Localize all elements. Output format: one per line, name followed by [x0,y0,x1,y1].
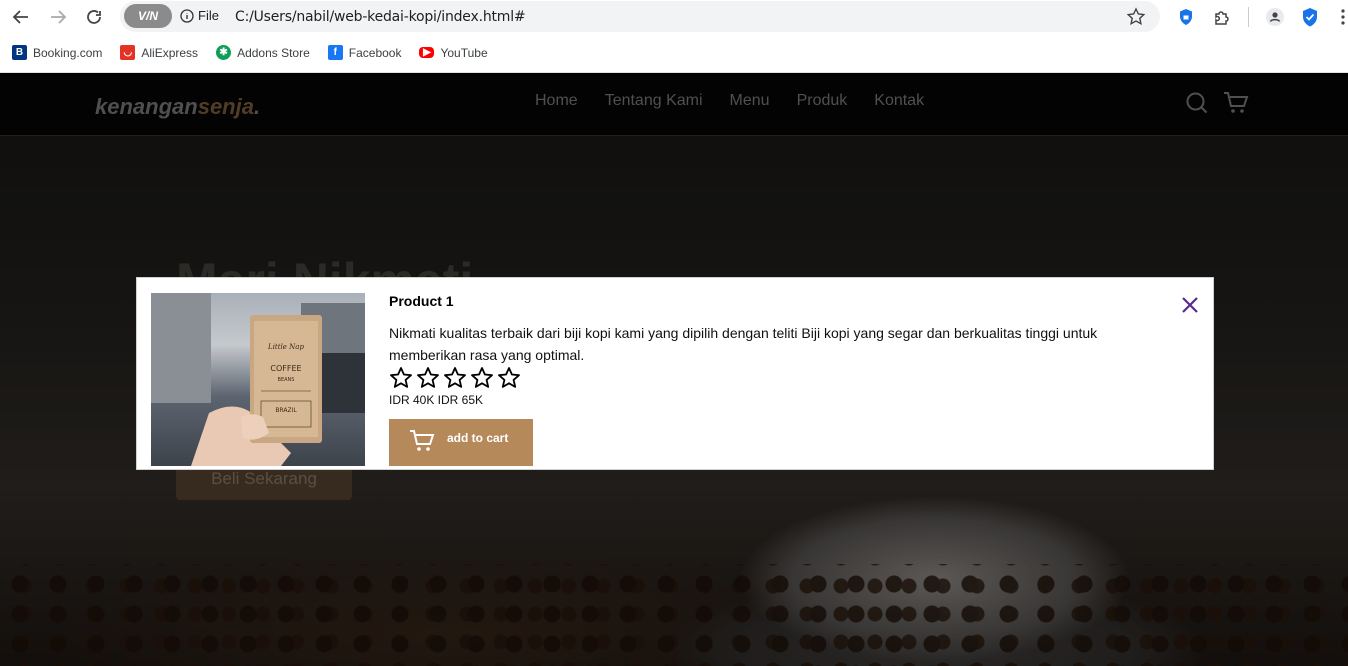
facebook-icon: f [327,45,343,60]
bag-beans-text: BEANS [278,377,295,383]
bookmark-label: Facebook [348,45,402,60]
star-outline-icon [390,367,412,388]
star-outline-icon [498,367,520,388]
bag-brand-text: Little Nap [267,343,304,351]
product-price: IDR 40K IDR 65K [389,393,484,407]
bag-origin-text: BRAZIL [275,407,297,414]
info-icon [180,8,194,23]
bookmark-youtube[interactable]: ▶ YouTube [419,45,488,60]
reload-icon[interactable] [82,5,106,29]
bookmarks-bar: B Booking.com ◡ AliExpress ✱ Addons Stor… [0,33,1348,73]
product-description: Nikmati kualitas terbaik dari biji kopi … [389,325,1098,363]
shield-extension-icon[interactable] [1176,7,1196,27]
youtube-icon: ▶ [419,47,435,58]
star-outline-icon [444,367,466,388]
bookmark-label: Addons Store [237,45,310,60]
vpn-badge[interactable]: V/N [124,4,172,28]
product-rating [389,366,521,390]
profile-avatar-icon[interactable] [1265,7,1285,27]
security-check-icon[interactable] [1300,7,1320,27]
close-icon[interactable] [1181,296,1199,314]
shopping-cart-icon [410,430,435,451]
toolbar-divider [1248,7,1249,27]
extensions-puzzle-icon[interactable] [1212,7,1232,27]
bookmark-label: AliExpress [141,45,199,60]
product-title: Product 1 [389,293,454,309]
back-icon[interactable] [9,5,33,29]
bookmark-star-icon[interactable] [1126,7,1146,32]
browser-toolbar: V/N File C:/Users/nabil/web-kedai-kopi/i… [0,0,1348,33]
url-text[interactable]: C:/Users/nabil/web-kedai-kopi/index.html… [235,9,526,25]
site-info-button[interactable]: File [180,8,219,23]
product-detail-modal: Little Nap COFFEE BEANS BRAZIL Product 1… [136,277,1214,470]
bookmark-facebook[interactable]: f Facebook [327,45,402,60]
addons-store-icon: ✱ [216,45,232,60]
site-info-label: File [198,8,219,23]
product-image: Little Nap COFFEE BEANS BRAZIL [151,293,365,466]
forward-icon[interactable] [46,5,70,29]
add-to-cart-label: add to cart [447,431,509,445]
star-outline-icon [417,367,439,388]
bookmark-booking[interactable]: B Booking.com [12,45,102,60]
browser-menu-icon[interactable] [1333,7,1348,27]
star-outline-icon [471,367,493,388]
aliexpress-icon: ◡ [120,45,136,60]
add-to-cart-button[interactable]: add to cart [389,419,533,466]
bookmark-label: YouTube [440,45,488,60]
browser-window: V/N File C:/Users/nabil/web-kedai-kopi/i… [0,0,1348,666]
bookmark-aliexpress[interactable]: ◡ AliExpress [120,45,198,60]
bag-coffee-text: COFFEE [270,364,301,373]
bookmark-addons-store[interactable]: ✱ Addons Store [216,45,310,60]
bookmark-label: Booking.com [33,45,103,60]
booking-icon: B [12,45,27,60]
